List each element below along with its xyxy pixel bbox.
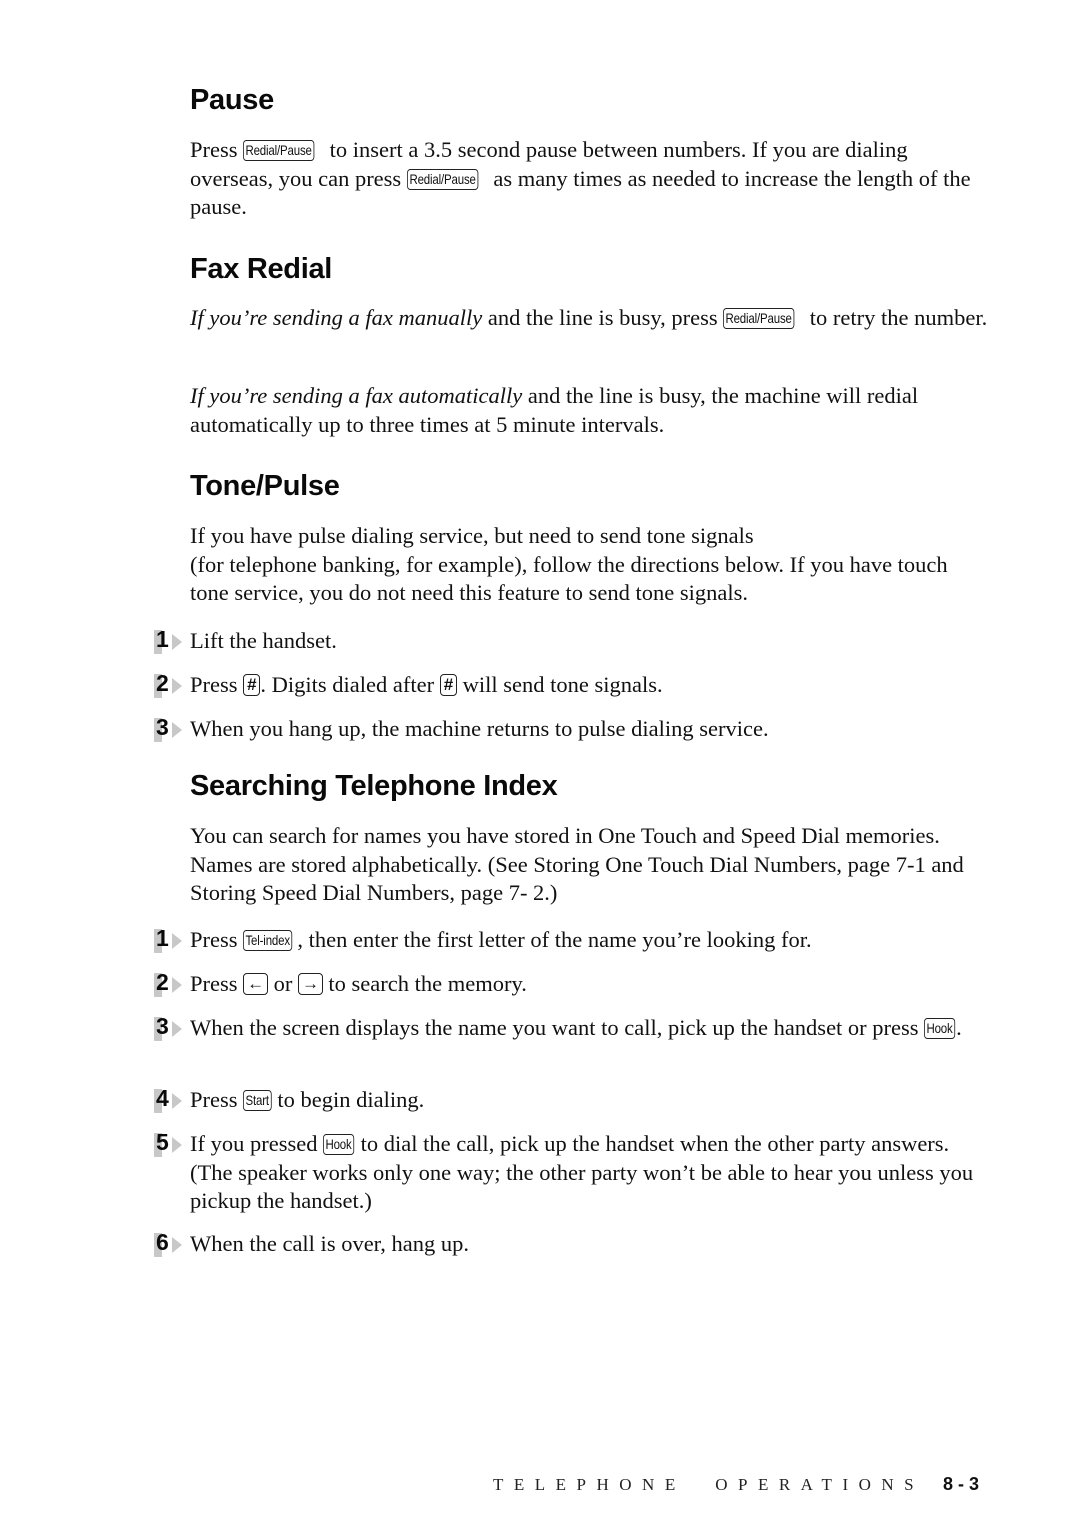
start-key: Start — [243, 1090, 272, 1111]
arrow-marker-icon — [172, 1237, 182, 1253]
step-number-marker: 1 — [152, 925, 182, 956]
manual-page: Pause Press Redial/Pause to insert a 3.5… — [0, 0, 1080, 1529]
step-number-marker: 2 — [152, 670, 182, 701]
arrow-marker-icon — [172, 1137, 182, 1153]
step-number-marker: 6 — [152, 1229, 182, 1260]
arrow-marker-icon — [172, 1093, 182, 1109]
tel-index-key: Tel-index — [243, 930, 293, 951]
redial-pause-key: Redial/Pause — [723, 308, 795, 329]
step-number-marker: 4 — [152, 1085, 182, 1116]
left-arrow-key-icon: ← — [243, 973, 268, 995]
hash-key-icon: # — [243, 674, 261, 696]
arrow-marker-icon — [172, 1021, 182, 1037]
arrow-marker-icon — [172, 678, 182, 694]
hook-key: Hook — [924, 1018, 956, 1039]
heading-searching-telephone-index: Searching Telephone Index — [190, 770, 558, 802]
arrow-marker-icon — [172, 722, 182, 738]
fax-redial-automatic-paragraph: If you’re sending a fax automatically an… — [190, 383, 919, 437]
page-number: 8 - 3 — [943, 1474, 980, 1494]
step-number-marker: 3 — [152, 1013, 182, 1044]
redial-pause-key: Redial/Pause — [243, 140, 315, 161]
arrow-marker-icon — [172, 977, 182, 993]
fax-redial-manual-paragraph: If you’re sending a fax manually and the… — [190, 305, 988, 330]
heading-fax-redial: Fax Redial — [190, 253, 333, 285]
hash-key-icon: # — [439, 674, 457, 696]
step-number-marker: 1 — [152, 626, 182, 657]
right-arrow-key-icon: → — [297, 973, 323, 995]
heading-pause: Pause — [190, 84, 274, 116]
pause-paragraph: Press Redial/Pause to insert a 3.5 secon… — [190, 137, 971, 219]
redial-pause-key: Redial/Pause — [406, 168, 479, 190]
footer-chapter-title: TELEPHONE OPERATIONS — [493, 1475, 925, 1494]
step-number-marker: 3 — [152, 714, 182, 745]
arrow-marker-icon — [172, 933, 182, 949]
heading-tone-pulse: Tone/Pulse — [190, 470, 340, 502]
tone-pulse-intro: If you have pulse dialing service, but n… — [190, 523, 948, 605]
step-number-marker: 2 — [152, 969, 182, 1000]
arrow-marker-icon — [172, 634, 182, 650]
hook-key: Hook — [323, 1134, 355, 1155]
step-number-marker: 5 — [152, 1129, 182, 1160]
searching-intro: You can search for names you have stored… — [190, 823, 964, 905]
